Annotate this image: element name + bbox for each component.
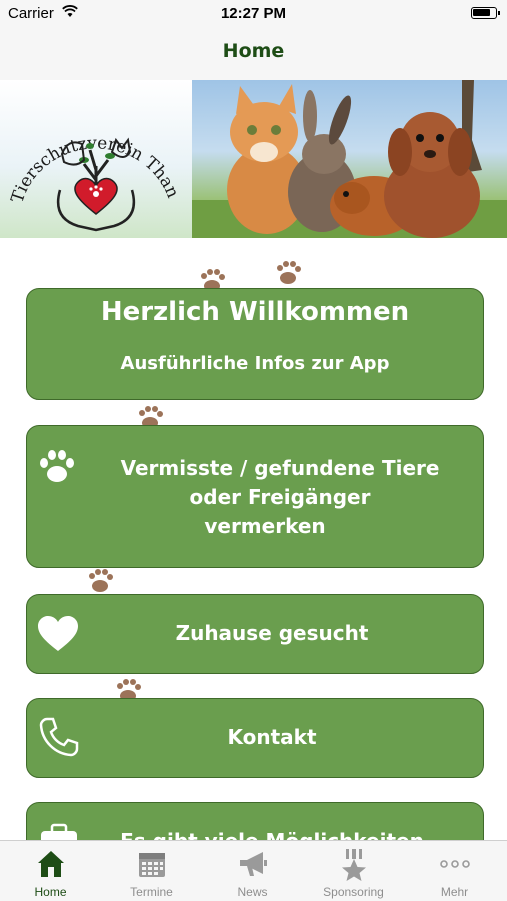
animals-photo (192, 80, 507, 238)
navigation-bar: Home (0, 28, 507, 80)
home-wanted-button[interactable]: Zuhause gesucht (26, 594, 484, 674)
home-wanted-label: Zuhause gesucht (175, 621, 369, 645)
more-options-label: Es gibt viele Möglichkeiten (87, 827, 457, 840)
lost-found-line-2: oder Freigänger (189, 485, 371, 509)
contact-label: Kontakt (227, 725, 317, 749)
association-logo: Tierschutzverein Thannhausen e.V. (0, 80, 192, 238)
lost-found-label: Vermisste / gefundene Tiere oder Freigän… (85, 454, 475, 541)
battery-icon (471, 7, 500, 19)
header-banner: Tierschutzverein Thannhausen e.V. (0, 80, 507, 238)
welcome-title: Herzlich Willkommen (100, 297, 410, 327)
tab-news-label: News (237, 885, 268, 899)
home-menu-scroll-area[interactable]: Herzlich Willkommen Ausführliche Infos z… (0, 238, 507, 840)
tab-news[interactable]: News (202, 841, 303, 901)
tab-termine[interactable]: Termine (101, 841, 202, 901)
calendar-icon (138, 853, 165, 877)
welcome-subtitle: Ausführliche Infos zur App (120, 353, 390, 374)
page-title: Home (222, 40, 285, 62)
heart-icon (38, 616, 78, 651)
battery-fill (473, 9, 490, 16)
tab-mehr-label: Mehr (440, 885, 469, 899)
tab-home-label: Home (34, 885, 67, 899)
house-icon (37, 851, 64, 877)
tab-home[interactable]: Home (0, 841, 101, 901)
more-dots-icon (439, 860, 470, 868)
status-bar: Carrier 12:27 PM (0, 0, 507, 28)
more-options-button[interactable]: Es gibt viele Möglichkeiten (26, 802, 484, 840)
lost-found-line-1: Vermisste / gefundene Tiere (120, 456, 440, 480)
medal-star-icon (341, 849, 366, 881)
welcome-button[interactable]: Herzlich Willkommen Ausführliche Infos z… (26, 288, 484, 400)
paw-icon (40, 450, 74, 482)
contact-button[interactable]: Kontakt (26, 698, 484, 778)
tab-sponsoring-label: Sponsoring (323, 885, 384, 899)
lost-found-animals-button[interactable]: Vermisste / gefundene Tiere oder Freigän… (26, 425, 484, 568)
tab-sponsoring[interactable]: Sponsoring (303, 841, 404, 901)
clock: 12:27 PM (220, 5, 287, 22)
tab-termine-label: Termine (130, 885, 173, 899)
tab-mehr[interactable]: Mehr (404, 841, 505, 901)
megaphone-icon (239, 852, 267, 876)
phone-icon (39, 717, 79, 757)
tab-bar: Home Termine News Sponsoring Mehr (0, 840, 507, 901)
lost-found-line-3: vermerken (204, 514, 326, 538)
briefcase-icon (41, 823, 77, 840)
